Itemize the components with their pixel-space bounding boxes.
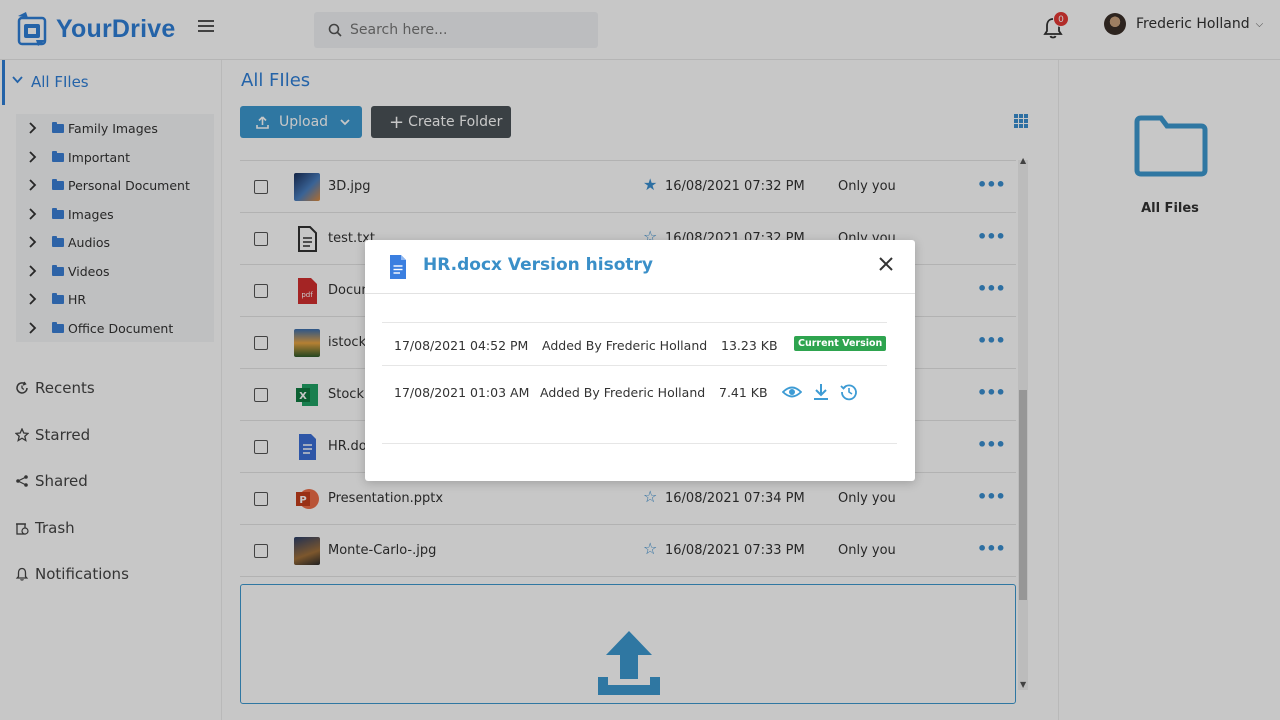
version-added-by: Added By Frederic Holland (542, 338, 708, 353)
divider (382, 443, 897, 444)
version-size: 7.41 KB (719, 385, 768, 400)
modal-header: HR.docx Version hisotry (365, 240, 915, 294)
version-added-by: Added By Frederic Holland (540, 385, 706, 400)
version-size: 13.23 KB (721, 338, 778, 353)
view-icon[interactable] (782, 382, 802, 402)
current-version-badge: Current Version (794, 336, 887, 351)
version-date: 17/08/2021 01:03 AM (394, 385, 530, 400)
close-icon[interactable] (875, 251, 897, 277)
version-date: 17/08/2021 04:52 PM (394, 338, 529, 353)
version-row: 17/08/2021 04:52 PM Added By Frederic Ho… (382, 322, 887, 366)
modal-title: HR.docx Version hisotry (423, 255, 654, 275)
doc-file-icon (390, 255, 406, 279)
version-history-modal: HR.docx Version hisotry 17/08/2021 04:52… (365, 240, 915, 481)
download-icon[interactable] (811, 382, 831, 402)
restore-icon[interactable] (839, 382, 859, 402)
version-row: 17/08/2021 01:03 AM Added By Frederic Ho… (382, 370, 887, 414)
